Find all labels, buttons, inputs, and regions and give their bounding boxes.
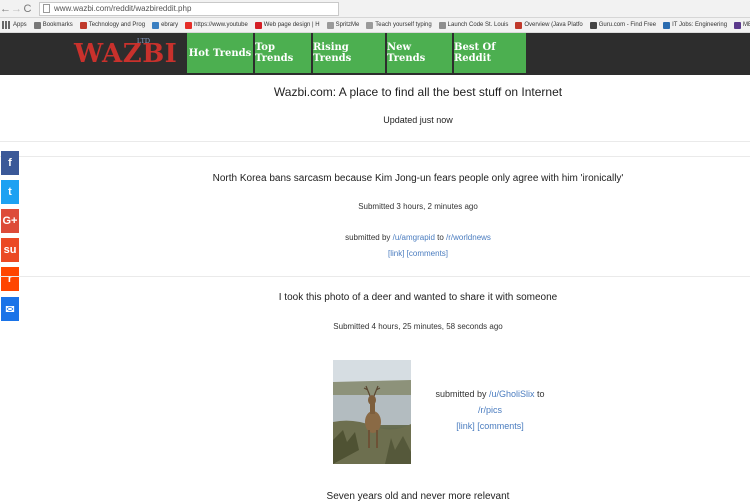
page-icon: [43, 4, 50, 13]
post-subreddit-row: /r/pics: [420, 405, 560, 415]
divider: [0, 156, 750, 157]
post-title[interactable]: North Korea bans sarcasm because Kim Jon…: [0, 173, 750, 184]
bookmark-label: Overview (Java Platfo: [524, 22, 583, 28]
byline-prefix: submitted by: [345, 233, 393, 242]
post-title[interactable]: Seven years old and never more relevant: [0, 491, 750, 502]
bookmark-label: Technology and Prog: [88, 22, 146, 28]
site-header: WAZBI LTD Hot Trends Top Trends Rising T…: [0, 33, 750, 75]
page-title: Wazbi.com: A place to find all the best …: [273, 85, 563, 99]
post-title[interactable]: I took this photo of a deer and wanted t…: [0, 292, 750, 303]
bookmark-label: Teach yourself typing: [375, 22, 432, 28]
bookmark-item[interactable]: Bookmarks: [33, 21, 73, 29]
post-links: [link] [comments]: [420, 421, 560, 431]
post-submitted-time: Submitted 3 hours, 2 minutes ago: [358, 202, 478, 211]
bookmark-item[interactable]: Overview (Java Platfo: [515, 21, 583, 29]
tab-rising-trends[interactable]: Rising Trends: [313, 33, 387, 73]
byline-prefix: submitted by: [435, 389, 489, 399]
byline-to: to: [434, 233, 447, 242]
deer-photo: [333, 360, 411, 464]
main-nav: Hot Trends Top Trends Rising Trends New …: [187, 33, 528, 73]
bookmarks-bar: Apps Bookmarks Technology and Prog ebrary h…: [0, 18, 750, 33]
ebrary-icon: [152, 21, 160, 29]
itjobs-icon: [663, 21, 671, 29]
post-thumbnail[interactable]: [333, 360, 411, 464]
star-icon: [33, 21, 41, 29]
bookmark-item[interactable]: https://www.youtube: [185, 21, 248, 29]
divider: [0, 276, 750, 277]
post-submitted-time: Submitted 4 hours, 25 minutes, 58 second…: [333, 322, 503, 331]
post-subreddit-link[interactable]: /r/worldnews: [446, 233, 491, 242]
bookmark-label: Launch Code St. Louis: [447, 22, 509, 28]
site-logo[interactable]: WAZBI: [74, 39, 177, 69]
tab-top-trends[interactable]: Top Trends: [255, 33, 313, 73]
bookmark-label: IT Jobs: Engineering: [672, 22, 728, 28]
tab-best-of-reddit[interactable]: Best Of Reddit: [454, 33, 528, 73]
bookmark-item[interactable]: SpritzMe: [326, 21, 360, 29]
oracle-icon: [515, 21, 523, 29]
bookmark-item[interactable]: Launch Code St. Louis: [438, 21, 509, 29]
address-bar[interactable]: www.wazbi.com/reddit/wazbireddit.php: [39, 1, 339, 16]
bookmark-item[interactable]: MBA/P Vocabulary in: [734, 21, 750, 29]
browser-toolbar: ← → C www.wazbi.com/reddit/wazbireddit.p…: [0, 0, 750, 18]
apps-label: Apps: [13, 22, 27, 28]
bookmark-item[interactable]: ebrary: [152, 21, 179, 29]
apps-grid-icon: [2, 21, 10, 29]
logo-superscript: LTD: [137, 37, 150, 45]
post-links: [link] [comments]: [0, 249, 750, 258]
post-link[interactable]: [link]: [388, 249, 404, 258]
apps-button[interactable]: Apps: [2, 21, 27, 29]
forward-icon[interactable]: →: [11, 0, 22, 18]
launch-icon: [438, 21, 446, 29]
divider: [0, 141, 750, 142]
bookmark-item[interactable]: Guru.com - Find Free: [589, 21, 657, 29]
google-plus-share-icon[interactable]: G+: [1, 209, 19, 233]
bookmark-label: Bookmarks: [42, 22, 73, 28]
bookmark-label: Web page design | H: [263, 22, 320, 28]
post-comments-link[interactable]: [comments]: [477, 421, 524, 431]
bookmark-label: https://www.youtube: [194, 22, 248, 28]
address-bar-url: www.wazbi.com/reddit/wazbireddit.php: [54, 4, 192, 13]
post-comments-link[interactable]: [comments]: [407, 249, 448, 258]
youtube-icon: [185, 21, 193, 29]
post-link[interactable]: [link]: [456, 421, 475, 431]
reddit-share-icon[interactable]: r: [1, 267, 19, 291]
tab-new-trends[interactable]: New Trends: [387, 33, 454, 73]
vocab-icon: [734, 21, 742, 29]
byline-to: to: [534, 389, 545, 399]
post-author-link[interactable]: /u/amgrapid: [393, 233, 435, 242]
post-subreddit-link[interactable]: /r/pics: [478, 405, 502, 415]
post-byline: submitted by /u/amgrapid to /r/worldnews: [0, 233, 750, 242]
facebook-share-icon[interactable]: f: [1, 151, 19, 175]
bookmark-item[interactable]: Technology and Prog: [79, 21, 146, 29]
post-author-link[interactable]: /u/GholiSlix: [489, 389, 535, 399]
bookmark-label: ebrary: [161, 22, 179, 28]
bookmark-item[interactable]: Teach yourself typing: [366, 21, 432, 29]
page-icon: [326, 21, 334, 29]
reload-icon[interactable]: C: [22, 0, 33, 18]
guru-icon: [589, 21, 597, 29]
bookmark-item[interactable]: IT Jobs: Engineering: [663, 21, 728, 29]
updated-status: Updated just now: [383, 115, 453, 125]
bookmark-item[interactable]: Web page design | H: [254, 21, 320, 29]
bookmark-label: MBA/P Vocabulary in: [743, 22, 750, 28]
bookmark-icon: [79, 21, 87, 29]
page-icon: [366, 21, 374, 29]
back-icon[interactable]: ←: [0, 0, 11, 18]
adobe-icon: [254, 21, 262, 29]
bookmark-label: SpritzMe: [335, 22, 360, 28]
post-byline: submitted by /u/GholiSlix to: [420, 389, 560, 399]
tab-hot-trends[interactable]: Hot Trends: [187, 33, 255, 73]
bookmark-label: Guru.com - Find Free: [598, 22, 657, 28]
